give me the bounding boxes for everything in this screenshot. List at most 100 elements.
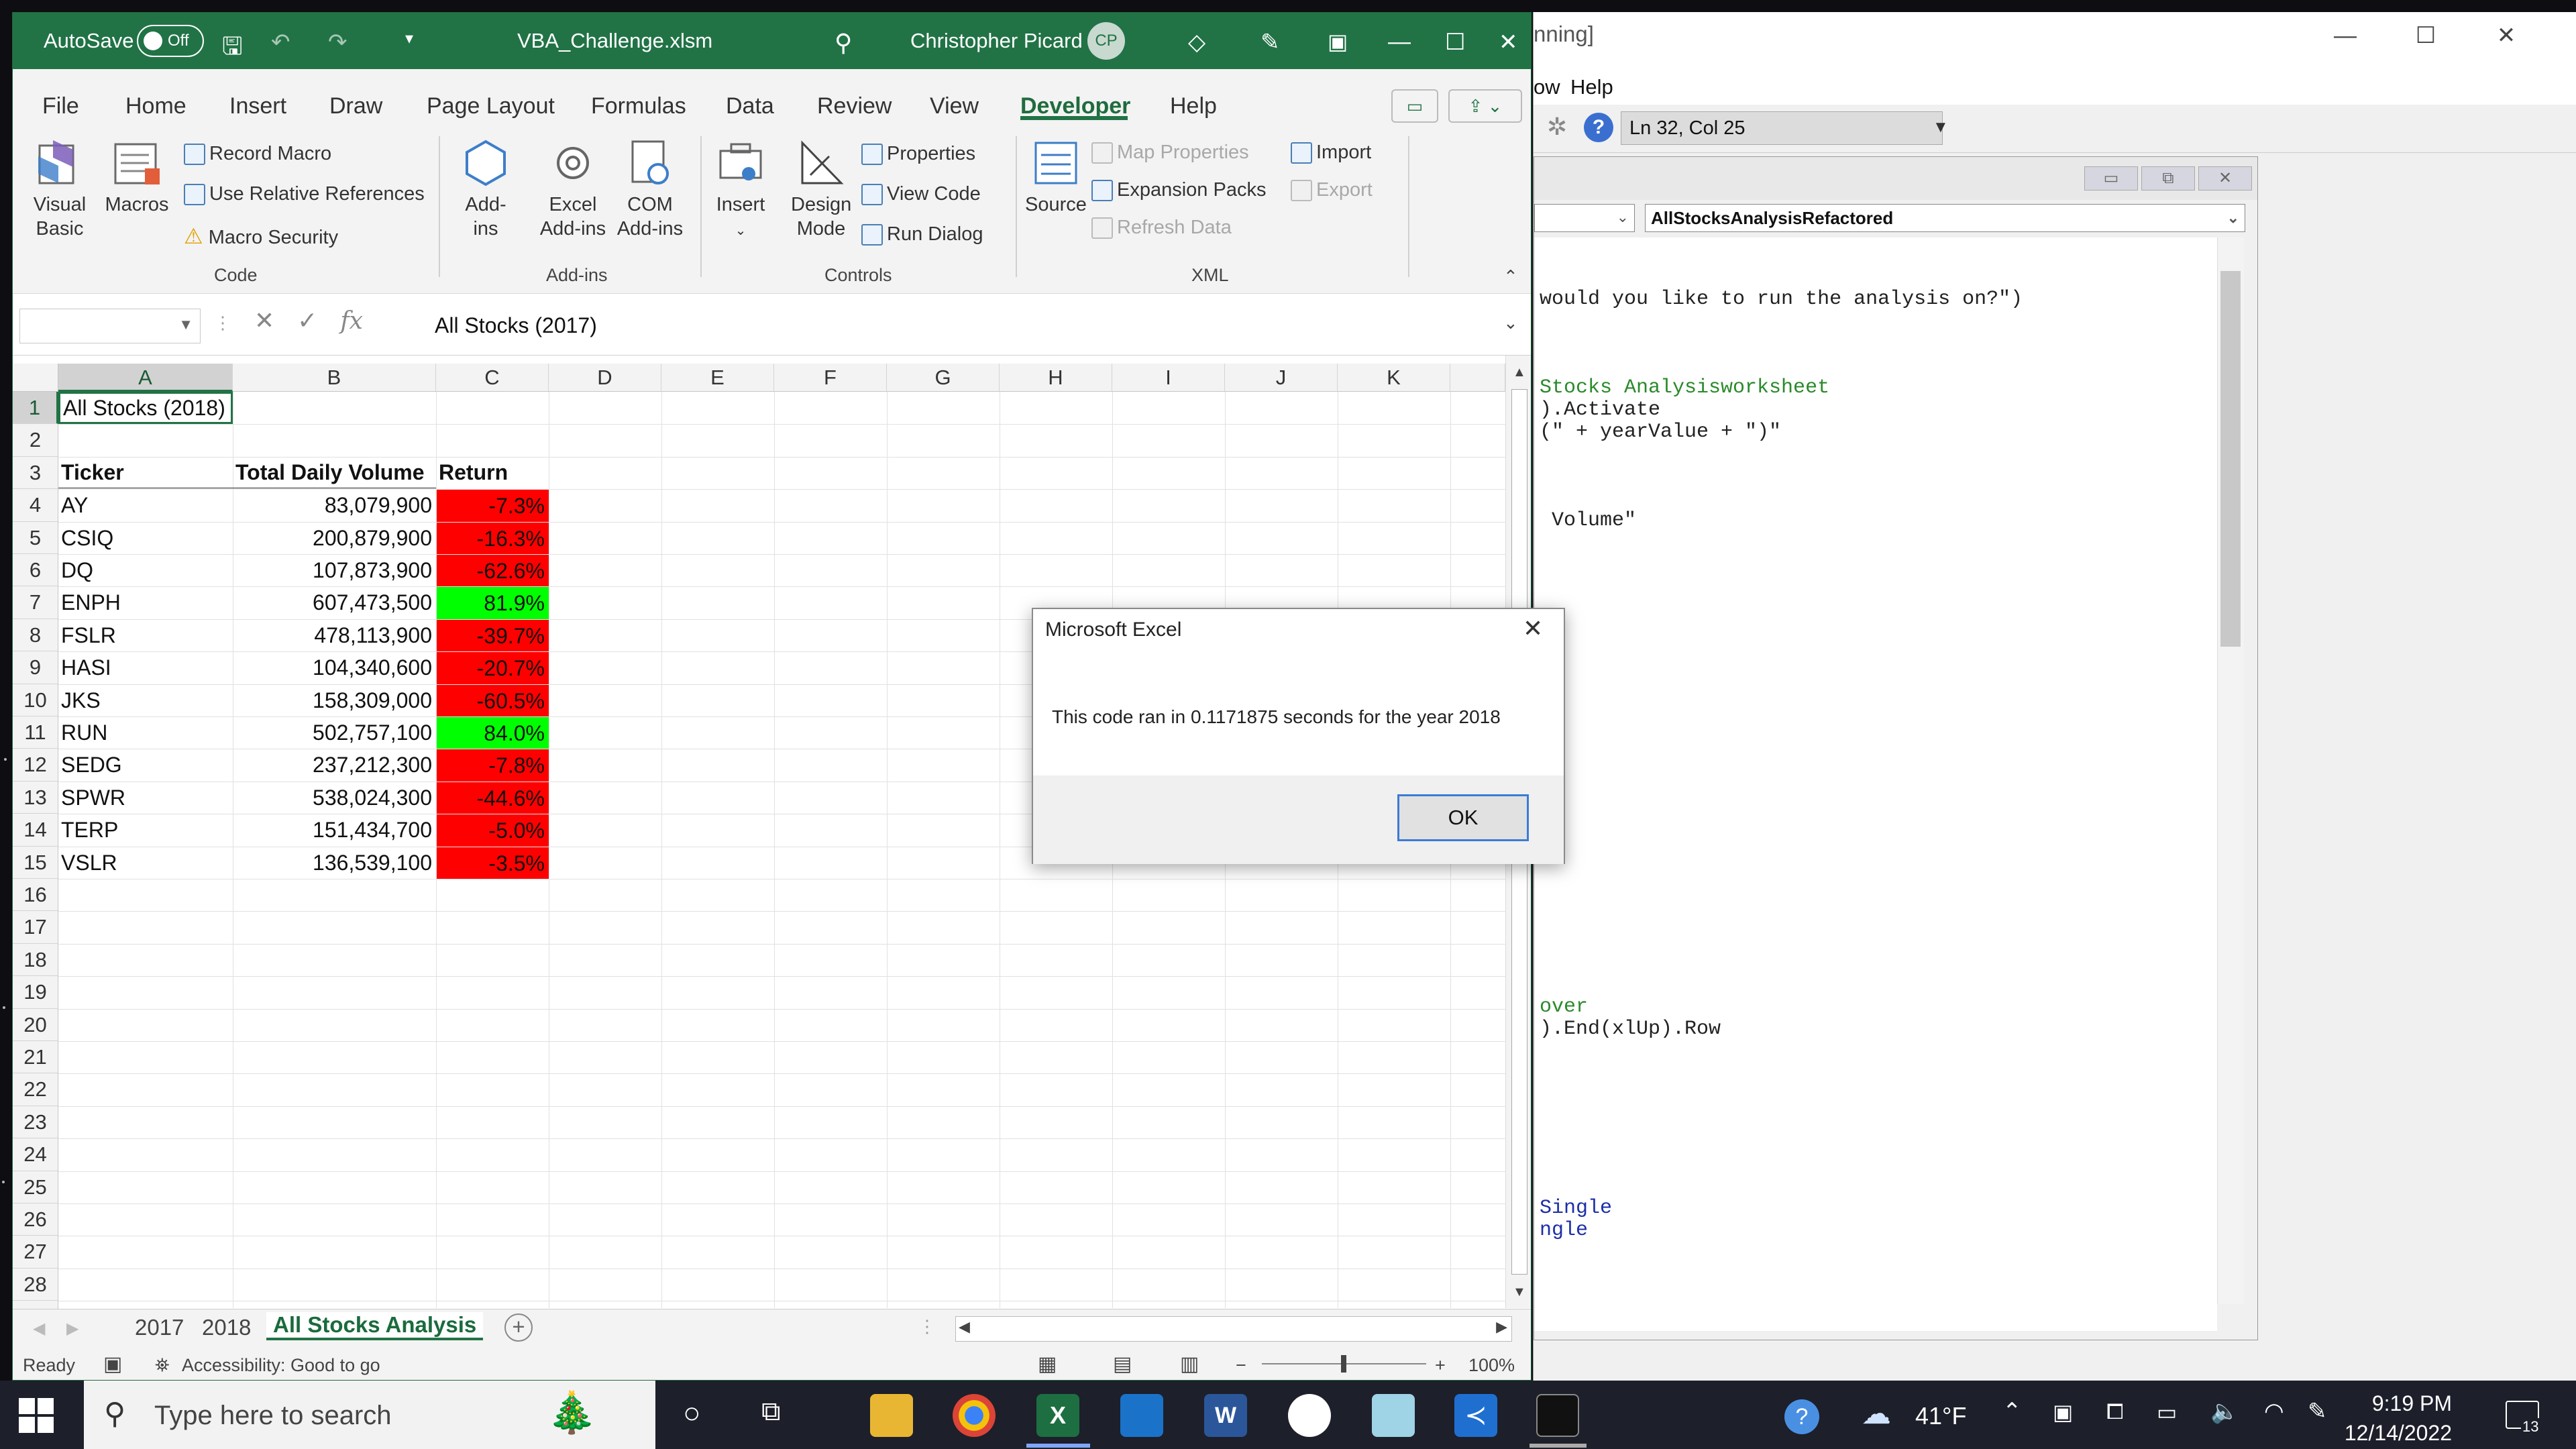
camera-icon[interactable]: ▣: [2053, 1399, 2073, 1425]
design-mode-button[interactable]: Design Mode: [784, 136, 858, 241]
prev-sheet-icon[interactable]: ◀: [33, 1319, 45, 1338]
row-header[interactable]: 7: [13, 586, 58, 619]
tab-view[interactable]: View: [930, 93, 979, 119]
cell-return[interactable]: -60.5%: [437, 684, 549, 716]
visual-basic-button[interactable]: Visual Basic: [26, 136, 93, 241]
cell-ticker[interactable]: SEDG: [61, 749, 233, 781]
page-layout-view-icon[interactable]: ▤: [1113, 1352, 1132, 1376]
tab-help[interactable]: Help: [1170, 93, 1217, 119]
excel-app-icon[interactable]: X: [1036, 1394, 1079, 1437]
cell-return[interactable]: -20.7%: [437, 652, 549, 684]
column-header[interactable]: C: [436, 364, 549, 392]
page-break-view-icon[interactable]: ▥: [1180, 1352, 1199, 1376]
cell-ticker[interactable]: RUN: [61, 716, 233, 749]
row-header[interactable]: 16: [13, 879, 58, 912]
cell-return[interactable]: -5.0%: [437, 814, 549, 847]
header-return[interactable]: Return: [439, 456, 549, 488]
wifi-icon[interactable]: ◠: [2264, 1398, 2284, 1425]
ribbon-display-icon[interactable]: ▣: [1328, 29, 1348, 54]
insert-control-button[interactable]: Insert ⌄: [710, 136, 771, 243]
help-icon[interactable]: ?: [1784, 1399, 1819, 1434]
row-header[interactable]: 15: [13, 846, 58, 879]
row-header[interactable]: 12: [13, 749, 58, 782]
row-header[interactable]: 13: [13, 781, 58, 814]
column-header[interactable]: J: [1225, 364, 1338, 392]
scroll-left-icon[interactable]: ◀: [959, 1318, 970, 1336]
cell-return[interactable]: -7.3%: [437, 490, 549, 522]
avatar[interactable]: CP: [1087, 22, 1125, 60]
slack-icon[interactable]: [1288, 1394, 1331, 1437]
undo-icon[interactable]: ↶: [271, 29, 290, 56]
vbe-close-icon[interactable]: ✕: [2486, 19, 2526, 52]
minimize-icon[interactable]: —: [1388, 29, 1411, 55]
run-dialog-button[interactable]: Run Dialog: [861, 223, 983, 246]
premium-diamond-icon[interactable]: ◇: [1188, 29, 1205, 56]
cortana-icon[interactable]: ○: [683, 1397, 701, 1430]
cell-volume[interactable]: 607,473,500: [233, 586, 436, 619]
share-icon[interactable]: ⇪ ⌄: [1448, 89, 1522, 123]
code-vertical-scrollbar[interactable]: [2217, 237, 2244, 1304]
vbe-minimize-icon[interactable]: —: [2325, 19, 2365, 52]
close-icon[interactable]: ✕: [1523, 614, 1543, 643]
use-relative-references-button[interactable]: Use Relative References: [184, 183, 425, 206]
macros-button[interactable]: Macros: [103, 136, 170, 217]
tab-insert[interactable]: Insert: [229, 93, 286, 119]
cell-volume[interactable]: 502,757,100: [233, 716, 436, 749]
cell-return[interactable]: -3.5%: [437, 847, 549, 879]
monitor-icon[interactable]: ⧠: [2106, 1399, 2124, 1425]
row-header[interactable]: 6: [13, 554, 58, 587]
next-sheet-icon[interactable]: ▶: [66, 1319, 78, 1338]
accessibility-icon[interactable]: ⛯: [155, 1355, 170, 1377]
fx-icon[interactable]: fx: [340, 307, 363, 335]
ok-button[interactable]: OK: [1397, 794, 1529, 841]
weather-cloud-icon[interactable]: ☁: [1862, 1397, 1891, 1431]
sheet-tab-all-stocks-analysis[interactable]: All Stocks Analysis: [266, 1312, 484, 1340]
cancel-icon[interactable]: ✕: [254, 307, 274, 335]
row-header[interactable]: 4: [13, 489, 58, 522]
cell-return[interactable]: -44.6%: [437, 782, 549, 814]
cell-volume[interactable]: 151,434,700: [233, 814, 436, 846]
macro-record-icon[interactable]: ▣: [103, 1352, 122, 1376]
row-header[interactable]: 5: [13, 521, 58, 554]
outlook-icon[interactable]: [1120, 1394, 1163, 1437]
vbe-menu-window[interactable]: ow: [1534, 75, 1560, 99]
toolbar-chevron-icon[interactable]: ▼: [1933, 118, 1949, 137]
zoom-level[interactable]: 100%: [1468, 1355, 1515, 1376]
cell-ticker[interactable]: TERP: [61, 814, 233, 846]
cell-ticker[interactable]: ENPH: [61, 586, 233, 619]
normal-view-icon[interactable]: ▦: [1038, 1352, 1057, 1376]
header-volume[interactable]: Total Daily Volume: [235, 456, 436, 488]
column-header[interactable]: [1450, 364, 1505, 392]
search-icon[interactable]: ⚲: [835, 29, 852, 57]
cell-volume[interactable]: 538,024,300: [233, 782, 436, 814]
cell-ticker[interactable]: HASI: [61, 651, 233, 684]
row-header[interactable]: 20: [13, 1008, 58, 1041]
cell-ticker[interactable]: SPWR: [61, 782, 233, 814]
map-properties-button[interactable]: Map Properties: [1091, 142, 1249, 164]
terminal-icon[interactable]: [1536, 1394, 1579, 1437]
enter-icon[interactable]: ✓: [297, 307, 317, 335]
properties-button[interactable]: Properties: [861, 143, 975, 166]
row-header[interactable]: 10: [13, 684, 58, 716]
horizontal-scrollbar[interactable]: ◀ ▶: [955, 1316, 1512, 1342]
addins-button[interactable]: Add-ins: [459, 136, 513, 241]
expansion-packs-button[interactable]: Expansion Packs: [1091, 179, 1266, 202]
sheet-tab-2018[interactable]: 2018: [202, 1315, 251, 1340]
pen-icon[interactable]: ✎: [1260, 29, 1280, 56]
row-header[interactable]: 2: [13, 424, 58, 457]
object-dropdown[interactable]: ⌄: [1534, 204, 1635, 232]
row-header[interactable]: 14: [13, 814, 58, 847]
cell-return[interactable]: -39.7%: [437, 619, 549, 652]
xml-source-button[interactable]: Source: [1022, 136, 1089, 217]
cell-ticker[interactable]: DQ: [61, 554, 233, 586]
volume-icon[interactable]: 🔈: [2210, 1398, 2239, 1425]
code-restore-icon[interactable]: ⧉: [2141, 166, 2195, 191]
toolbox-icon[interactable]: ✲: [1547, 113, 1567, 141]
code-editor[interactable]: would you like to run the analysis on?")…: [1534, 237, 2217, 1331]
column-header[interactable]: G: [887, 364, 1000, 392]
battery-icon[interactable]: ▭: [2157, 1399, 2177, 1425]
row-header[interactable]: 24: [13, 1138, 58, 1171]
vbe-maximize-icon[interactable]: ☐: [2406, 19, 2446, 52]
tab-draw[interactable]: Draw: [329, 93, 382, 119]
row-header[interactable]: 19: [13, 976, 58, 1009]
